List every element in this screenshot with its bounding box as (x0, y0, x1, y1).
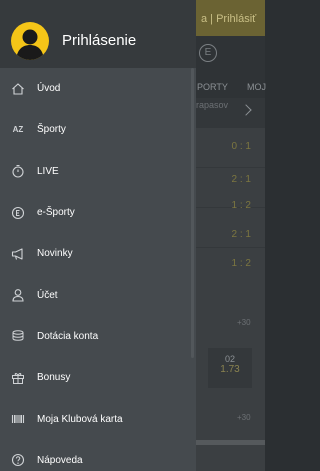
score: 0 : 1 (231, 141, 251, 152)
stopwatch-icon (11, 164, 25, 178)
score: 1 : 2 (231, 200, 251, 211)
menu-item-label: Moja Klubová karta (37, 413, 123, 425)
drawer-menu: Úvod AZ Športy LIVE e-Športy Novinky Úče… (0, 68, 196, 471)
background-row: 0 : 1 (196, 128, 265, 168)
menu-item-label: Novinky (37, 248, 73, 260)
background-more-count: +30 (237, 413, 251, 422)
score: 2 : 1 (231, 229, 251, 240)
menu-item-label: Športy (37, 124, 66, 136)
menu-item-live[interactable]: LIVE (0, 151, 196, 192)
menu-item-dotacia-konta[interactable]: Dotácia konta (0, 316, 196, 357)
score: 1 : 2 (231, 258, 251, 269)
barcode-icon (11, 412, 25, 426)
menu-item-label: Úvod (37, 83, 61, 95)
user-icon (11, 288, 25, 302)
background-nav-label: PORTY (197, 82, 228, 92)
background-row: 1 : 2 (196, 255, 265, 275)
menu-item-label: e-Športy (37, 207, 75, 219)
odd-button[interactable]: 02 1.73 (208, 348, 252, 388)
background-bottom-bar (196, 440, 265, 445)
menu-item-ucet[interactable]: Účet (0, 274, 196, 315)
background-login-link[interactable]: a | Prihlásiť (201, 13, 256, 25)
odd-value: 1.73 (220, 364, 240, 375)
esports-icon: E (199, 44, 217, 62)
az-icon: AZ (12, 125, 24, 135)
odd-label: 02 (224, 354, 235, 364)
background-more-count: +30 (237, 318, 251, 327)
menu-item-label: Bonusy (37, 372, 71, 384)
gift-icon (11, 371, 25, 385)
menu-item-label: Nápoveda (37, 454, 83, 466)
help-icon (11, 453, 25, 467)
avatar-icon[interactable] (11, 22, 49, 60)
drawer-scrollbar[interactable] (191, 68, 194, 358)
menu-item-napoveda[interactable]: Nápoveda (0, 440, 196, 471)
login-label[interactable]: Prihlásenie (62, 32, 136, 49)
menu-item-novinky[interactable]: Novinky (0, 233, 196, 274)
menu-item-label: Účet (37, 289, 58, 301)
score: 2 : 1 (231, 174, 251, 185)
menu-item-label: Dotácia konta (37, 330, 99, 342)
background-nav-label: MOJ (247, 82, 266, 92)
background-subbar-text: rapasov (196, 100, 229, 110)
menu-item-bonusy[interactable]: Bonusy (0, 357, 196, 398)
megaphone-icon (11, 247, 25, 261)
menu-item-label: LIVE (37, 165, 59, 177)
esports-icon (11, 206, 25, 220)
background-row: 2 : 1 (196, 168, 265, 208)
menu-item-sporty[interactable]: AZ Športy (0, 109, 196, 150)
background-row: 2 : 1 (196, 226, 265, 246)
home-icon (11, 82, 25, 96)
coins-icon (11, 329, 25, 343)
menu-item-uvod[interactable]: Úvod (0, 68, 196, 109)
menu-item-klubova-karta[interactable]: Moja Klubová karta (0, 398, 196, 439)
navigation-drawer: Prihlásenie Úvod AZ Športy LIVE e-Športy (0, 0, 196, 471)
menu-item-esporty[interactable]: e-Športy (0, 192, 196, 233)
drawer-header[interactable]: Prihlásenie (0, 0, 196, 68)
